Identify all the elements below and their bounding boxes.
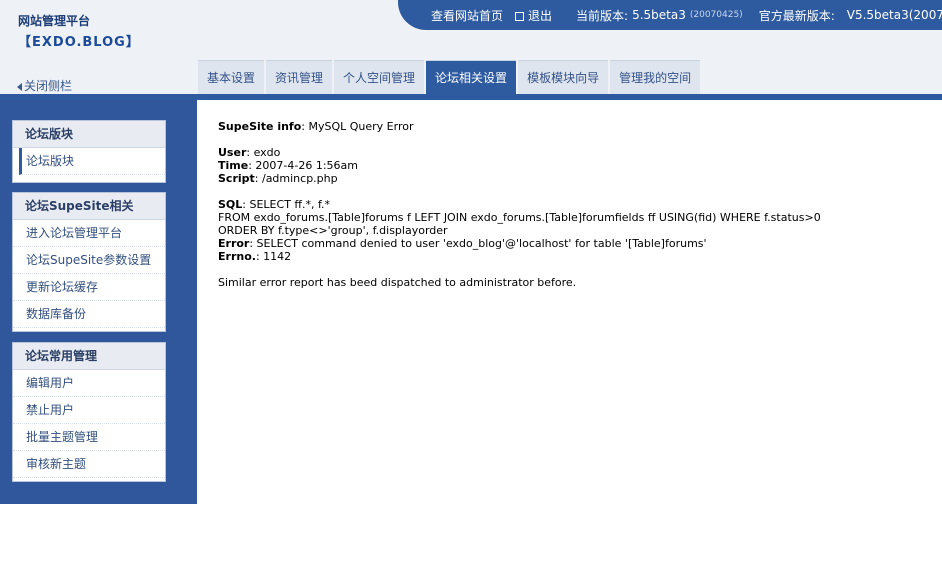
exit-icon [515, 11, 525, 21]
error-sql-line: ORDER BY f.type<>'group', f.displayorder [218, 224, 448, 237]
error-user: User: exdo [218, 146, 281, 159]
tab-personal-space-management[interactable]: 个人空间管理 [334, 60, 425, 96]
brand-logo: 【EXDO.BLOG】 [18, 35, 140, 50]
latest-version-label: 官方最新版本: [758, 8, 835, 23]
tab-manage-my-space[interactable]: 管理我的空间 [610, 60, 701, 96]
error-time: Time: 2007-4-26 1:56am [218, 159, 358, 172]
current-build: (20070425) [689, 10, 743, 20]
header: 网站管理平台 【EXDO.BLOG】 查看网站首页 退出 当前版本: 5.5be… [0, 0, 942, 96]
sidebar-item-ban-users[interactable]: 禁止用户 [13, 397, 165, 424]
top-bar: 查看网站首页 退出 当前版本: 5.5beta3 (20070425) 官方最新… [398, 0, 942, 30]
exit-label: 退出 [528, 8, 553, 23]
tab-news-management[interactable]: 资讯管理 [266, 60, 333, 96]
main-tabs: 基本设置 资讯管理 个人空间管理 论坛相关设置 模板模块向导 管理我的空间 [198, 60, 702, 96]
arrow-left-icon [17, 82, 22, 91]
exit-link[interactable]: 退出 [515, 7, 552, 24]
error-sql-line: FROM exdo_forums.[Table]forums f LEFT JO… [218, 211, 821, 224]
sidebar-item-batch-thread-management[interactable]: 批量主题管理 [13, 424, 165, 451]
site-admin-title: 网站管理平台 [18, 14, 91, 28]
error-heading: SupeSite info: MySQL Query Error [218, 120, 414, 133]
collapse-sidebar-link[interactable]: 关闭侧栏 [17, 77, 72, 94]
sidebar-group-forum-supesite: 论坛SupeSite相关 进入论坛管理平台 论坛SupeSite参数设置 更新论… [12, 192, 166, 332]
tab-basic-settings[interactable]: 基本设置 [198, 60, 265, 96]
sidebar-group-title: 论坛常用管理 [13, 343, 165, 370]
sidebar-group-title: 论坛版块 [13, 121, 165, 148]
sidebar: 论坛版块 论坛版块 论坛SupeSite相关 进入论坛管理平台 论坛SupeSi… [0, 100, 197, 504]
sidebar-group-forum-common: 论坛常用管理 编辑用户 禁止用户 批量主题管理 审核新主题 [12, 342, 166, 482]
sidebar-item-forum-supesite-settings[interactable]: 论坛SupeSite参数设置 [13, 247, 165, 274]
error-report: SupeSite info: MySQL Query Error User: e… [218, 120, 918, 289]
tab-forum-settings[interactable]: 论坛相关设置 [426, 60, 517, 96]
sidebar-group-title: 论坛SupeSite相关 [13, 193, 165, 220]
sidebar-item-enter-forum-admin[interactable]: 进入论坛管理平台 [13, 220, 165, 247]
error-number: Errno.: 1142 [218, 250, 292, 263]
sidebar-item-update-forum-cache[interactable]: 更新论坛缓存 [13, 274, 165, 301]
error-script: Script: /admincp.php [218, 172, 338, 185]
collapse-sidebar-label: 关闭侧栏 [24, 79, 73, 93]
view-site-home-link[interactable]: 查看网站首页 [431, 7, 503, 24]
sidebar-item-forum-boards[interactable]: 论坛版块 [19, 148, 165, 175]
sidebar-item-database-backup[interactable]: 数据库备份 [13, 301, 165, 328]
sidebar-group-forum-boards: 论坛版块 论坛版块 [12, 120, 166, 183]
error-message: Error: SELECT command denied to user 'ex… [218, 237, 707, 250]
tab-template-module-wizard[interactable]: 模板模块向导 [518, 60, 609, 96]
sidebar-item-review-new-threads[interactable]: 审核新主题 [13, 451, 165, 478]
current-version-label: 当前版本: [576, 8, 629, 23]
error-sql: SQL: SELECT ff.*, f.* [218, 198, 331, 211]
current-version: 5.5beta3 [632, 8, 686, 22]
latest-version: V5.5beta3(20070425) [846, 8, 942, 22]
error-footer-note: Similar error report has beed dispatched… [218, 276, 577, 289]
sidebar-item-edit-users[interactable]: 编辑用户 [13, 370, 165, 397]
